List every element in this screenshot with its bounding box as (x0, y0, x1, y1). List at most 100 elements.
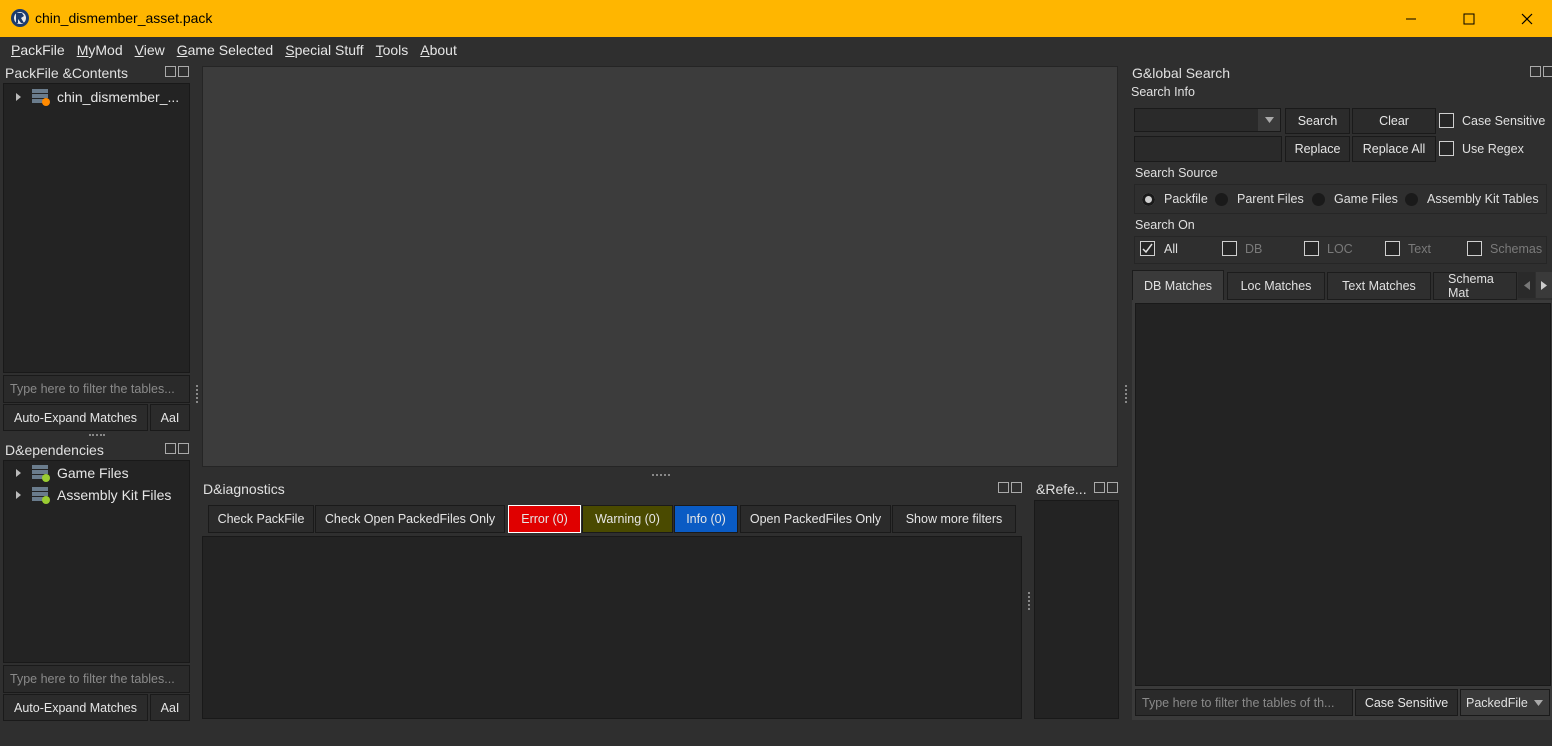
search-on-schemas-checkbox[interactable] (1467, 241, 1482, 256)
float-icon[interactable] (1094, 482, 1105, 493)
global-search-title: G&lobal Search (1132, 65, 1231, 81)
results-case-sensitive-button[interactable]: Case Sensitive (1355, 689, 1458, 716)
menu-view[interactable]: View (129, 37, 171, 63)
menu-mymod[interactable]: MyMod (71, 37, 129, 63)
tab-scroll-right[interactable] (1536, 272, 1552, 298)
float-icon[interactable] (1530, 66, 1541, 77)
open-packedfiles-only-button[interactable]: Open PackedFiles Only (740, 505, 891, 533)
close-dock-icon[interactable] (1543, 66, 1552, 77)
close-dock-icon[interactable] (1011, 482, 1022, 493)
menu-bar: PackFile MyMod View Game Selected Specia… (0, 37, 1552, 63)
auto-expand-matches-button[interactable]: Auto-Expand Matches (3, 694, 148, 721)
replace-all-button[interactable]: Replace All (1352, 136, 1436, 162)
search-on-text-label: Text (1408, 242, 1431, 256)
dependencies-tree[interactable]: Game Files Assembly Kit Files (3, 460, 190, 663)
combo-value: PackedFile (1466, 695, 1528, 710)
db-matches-table[interactable] (1135, 303, 1551, 686)
menu-special-stuff[interactable]: Special Stuff (279, 37, 369, 63)
case-sensitive-toggle[interactable]: AaI (150, 404, 190, 431)
minimize-button[interactable] (1382, 0, 1440, 37)
close-dock-icon[interactable] (178, 443, 189, 454)
combo-arrow[interactable] (1258, 109, 1280, 131)
source-parent-files-label: Parent Files (1237, 192, 1304, 206)
menu-tools[interactable]: Tools (370, 37, 415, 63)
info-filter-button[interactable]: Info (0) (674, 505, 738, 533)
source-parent-files-radio[interactable] (1215, 193, 1228, 206)
check-packfile-button[interactable]: Check PackFile (208, 505, 314, 533)
splitter-handle[interactable] (1028, 592, 1030, 610)
tree-item-pack[interactable]: chin_dismember_... (4, 86, 189, 108)
close-button[interactable] (1498, 0, 1552, 37)
splitter-handle[interactable] (1125, 385, 1127, 403)
expand-arrow-icon[interactable] (16, 491, 21, 499)
tab-loc-matches[interactable]: Loc Matches (1227, 272, 1325, 300)
expand-arrow-icon[interactable] (16, 469, 21, 477)
splitter-handle[interactable] (652, 474, 670, 476)
splitter-handle[interactable] (196, 385, 198, 403)
case-sensitive-toggle[interactable]: AaI (150, 694, 190, 721)
clear-button[interactable]: Clear (1352, 108, 1436, 134)
references-dock-buttons (1094, 482, 1118, 493)
search-info-label: Search Info (1131, 85, 1195, 99)
tab-scroll-left[interactable] (1518, 272, 1535, 298)
close-dock-icon[interactable] (178, 66, 189, 77)
results-filter-input[interactable]: Type here to filter the tables of th... (1135, 689, 1353, 716)
menu-game-selected[interactable]: Game Selected (171, 37, 280, 63)
global-search-dock-buttons (1530, 66, 1552, 77)
diagnostics-table[interactable] (202, 536, 1022, 719)
tab-text-matches[interactable]: Text Matches (1327, 272, 1431, 300)
source-packfile-radio[interactable] (1142, 193, 1155, 206)
splitter-handle[interactable] (89, 434, 105, 436)
float-icon[interactable] (998, 482, 1009, 493)
search-button[interactable]: Search (1285, 108, 1350, 134)
dependencies-filter-input[interactable]: Type here to filter the tables... (3, 665, 190, 693)
search-combo[interactable] (1134, 108, 1281, 132)
packfile-tree[interactable]: chin_dismember_... (3, 83, 190, 373)
replace-input[interactable] (1134, 136, 1282, 162)
float-icon[interactable] (165, 66, 176, 77)
tab-schema-matches[interactable]: Schema Mat (1433, 272, 1517, 300)
error-filter-button[interactable]: Error (0) (508, 505, 581, 533)
maximize-button[interactable] (1440, 0, 1498, 37)
check-open-packedfiles-button[interactable]: Check Open PackedFiles Only (315, 505, 505, 533)
close-dock-icon[interactable] (1107, 482, 1118, 493)
references-title: &Refe... (1036, 481, 1087, 497)
menu-packfile[interactable]: PackFile (5, 37, 71, 63)
show-more-filters-button[interactable]: Show more filters (892, 505, 1016, 533)
search-on-all-label: All (1164, 242, 1178, 256)
search-on-loc-label: LOC (1327, 242, 1353, 256)
menu-about[interactable]: About (414, 37, 463, 63)
chevron-left-icon (1523, 280, 1530, 290)
search-on-text-checkbox[interactable] (1385, 241, 1400, 256)
tree-item-game-files[interactable]: Game Files (4, 462, 189, 484)
search-on-loc-checkbox[interactable] (1304, 241, 1319, 256)
search-on-db-checkbox[interactable] (1222, 241, 1237, 256)
tree-item-assembly-kit[interactable]: Assembly Kit Files (4, 484, 189, 506)
editor-area[interactable] (202, 66, 1118, 467)
tab-db-matches[interactable]: DB Matches (1132, 270, 1224, 301)
use-regex-checkbox[interactable] (1439, 141, 1454, 156)
app-icon (11, 9, 29, 27)
window-title: chin_dismember_asset.pack (35, 10, 213, 26)
close-icon (1521, 13, 1533, 24)
search-on-schemas-label: Schemas (1490, 242, 1543, 256)
search-on-all-checkbox[interactable] (1140, 241, 1155, 256)
auto-expand-matches-button[interactable]: Auto-Expand Matches (3, 404, 148, 431)
tree-item-label: chin_dismember_... (57, 89, 180, 105)
references-panel[interactable] (1034, 500, 1119, 719)
warning-filter-button[interactable]: Warning (0) (582, 505, 673, 533)
results-source-combo[interactable]: PackedFile (1460, 689, 1550, 716)
title-bar: chin_dismember_asset.pack (0, 0, 1552, 37)
replace-button[interactable]: Replace (1285, 136, 1350, 162)
case-sensitive-checkbox[interactable] (1439, 113, 1454, 128)
float-icon[interactable] (165, 443, 176, 454)
packfile-filter-input[interactable]: Type here to filter the tables... (3, 375, 190, 403)
chevron-down-icon (1534, 700, 1543, 706)
search-on-db-label: DB (1245, 242, 1263, 256)
source-game-files-radio[interactable] (1312, 193, 1325, 206)
source-assembly-kit-label: Assembly Kit Tables (1427, 192, 1539, 206)
expand-arrow-icon[interactable] (16, 93, 21, 101)
assembly-kit-icon (32, 487, 50, 504)
packfile-contents-dock-buttons (165, 66, 189, 77)
source-assembly-kit-radio[interactable] (1405, 193, 1418, 206)
